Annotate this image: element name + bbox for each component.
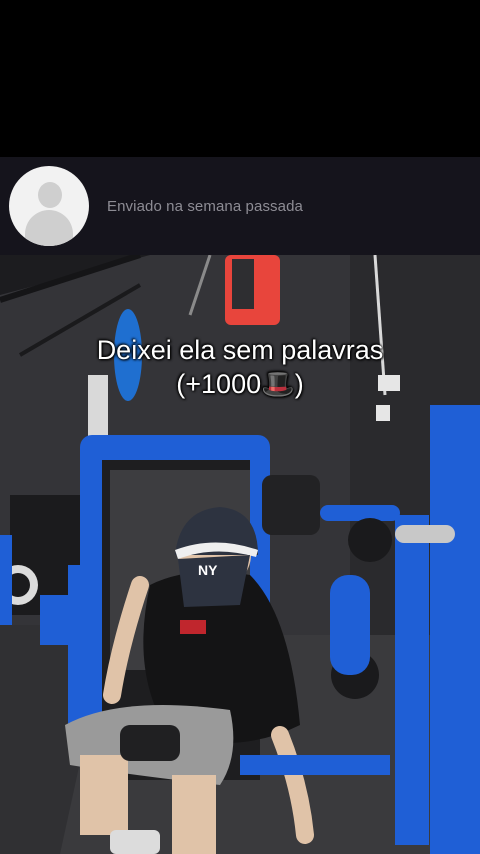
video-frame[interactable]: NY Deixei ela sem palavras (+1000🎩) xyxy=(0,255,480,854)
caption-line-2: (+1000🎩) xyxy=(176,369,304,399)
top-letterbox xyxy=(0,0,480,157)
sent-status-text: Enviado na semana passada xyxy=(107,197,303,215)
caption-line-1: Deixei ela sem palavras xyxy=(96,335,384,365)
svg-text:NY: NY xyxy=(198,562,218,578)
avatar[interactable] xyxy=(9,166,89,246)
video-caption: Deixei ela sem palavras (+1000🎩) xyxy=(0,333,480,401)
message-header: Enviado na semana passada xyxy=(0,157,480,255)
